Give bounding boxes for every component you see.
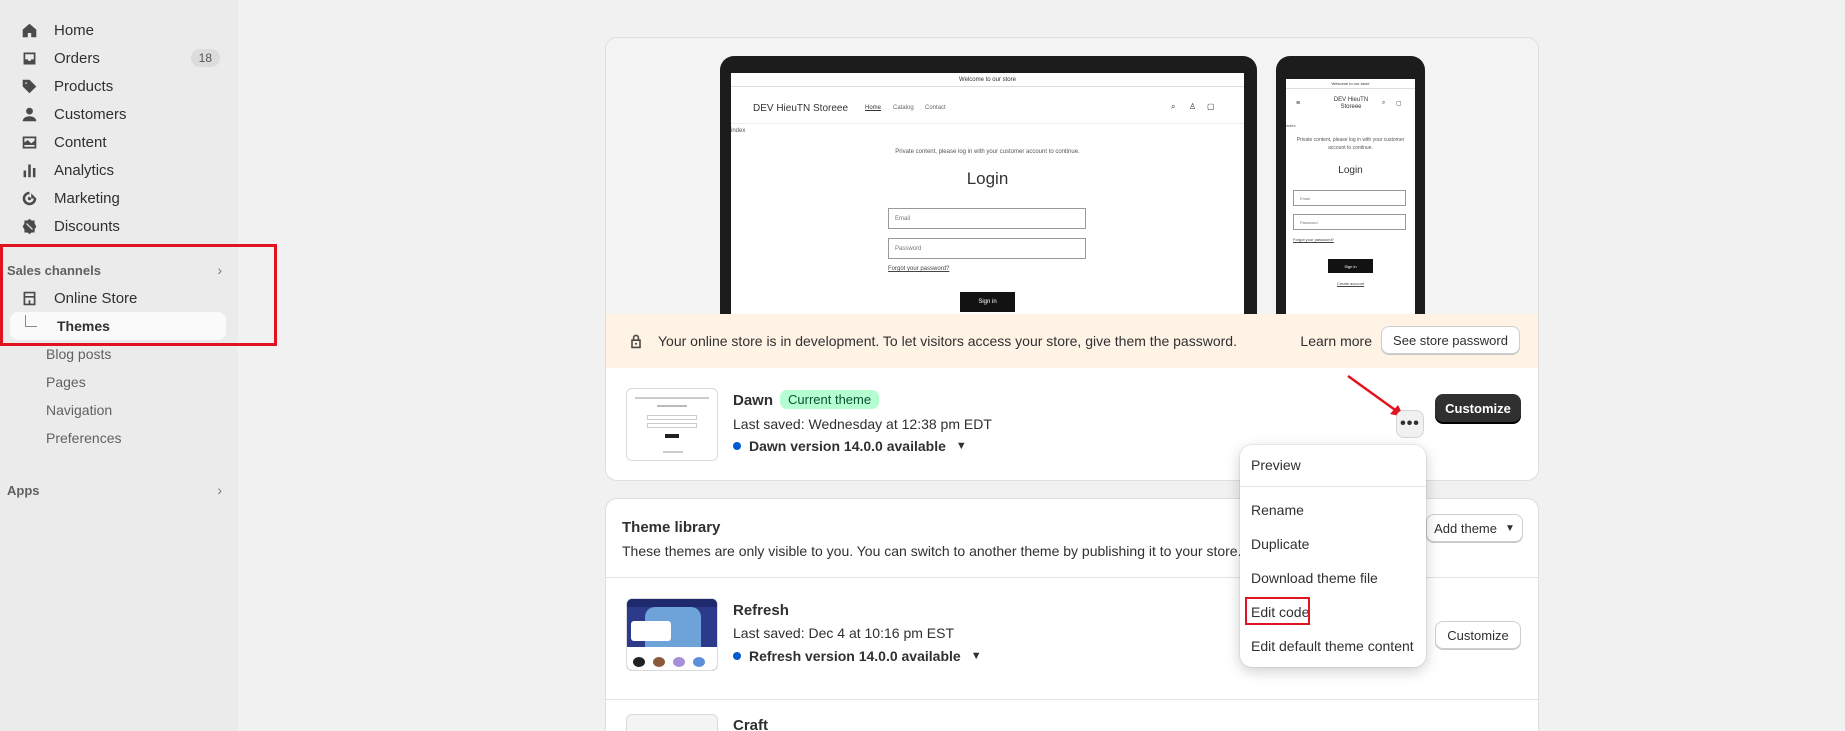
current-theme-last-saved: Last saved: Wednesday at 12:38 pm EDT [733, 416, 992, 432]
mobile-menu-icon: ≡ [1296, 100, 1301, 107]
preview-account-icon: ♙ [1189, 102, 1197, 111]
nav-customers[interactable]: Customers [8, 101, 226, 127]
chevron-down-icon: ▼ [1504, 522, 1515, 534]
customize-current-button[interactable]: Customize [1435, 394, 1521, 422]
mobile-cart-icon: ▢ [1396, 101, 1402, 107]
see-store-password-button[interactable]: See store password [1381, 326, 1520, 354]
preview-nav-home: Home [865, 105, 882, 111]
nav-discounts[interactable]: Discounts [8, 213, 226, 239]
mobile-preview-screen: Welcome to our store ≡ DEV HieuTN Storee… [1286, 79, 1415, 314]
learn-more-link[interactable]: Learn more [1300, 333, 1372, 349]
preview-password-input: Password [888, 238, 1086, 259]
preview-nav-contact: Contact [925, 105, 946, 111]
mobile-search-icon: ⌕ [1382, 100, 1386, 106]
menu-item-rename[interactable]: Rename [1251, 502, 1304, 518]
more-actions-button[interactable]: ••• [1396, 410, 1424, 438]
preview-private-msg: Private content, please log in with your… [895, 149, 1080, 155]
person-icon [18, 103, 40, 125]
preview-store-name: DEV HieuTN Storeee [753, 103, 849, 114]
nav-analytics[interactable]: Analytics [8, 157, 226, 183]
mobile-private-msg: Private content, please log in with your… [1296, 137, 1405, 151]
nav-home[interactable]: Home [8, 17, 226, 43]
mobile-email-input: Email [1293, 190, 1406, 206]
preview-search-icon: ⌕ [1171, 102, 1176, 111]
theme-preview: Welcome to our store DEV HieuTN Storeee … [606, 38, 1538, 314]
dawn-thumbnail[interactable] [626, 388, 718, 461]
status-dot-icon [733, 652, 741, 660]
preview-forgot-link: Forgot your password? [888, 266, 950, 272]
apps-header[interactable]: Apps › [7, 482, 222, 498]
nav-pages[interactable]: Pages [46, 374, 86, 390]
theme-library-description: These themes are only visible to you. Yo… [622, 543, 1242, 559]
discount-icon [18, 215, 40, 237]
add-theme-button[interactable]: Add theme ▼ [1426, 514, 1523, 542]
preview-announcement: Welcome to our store [731, 73, 1244, 87]
nav-content[interactable]: Content [8, 129, 226, 155]
nav-preferences[interactable]: Preferences [46, 430, 121, 446]
inbox-icon [18, 47, 40, 69]
preview-index-label: index [731, 128, 746, 134]
tag-icon [18, 75, 40, 97]
current-theme-version[interactable]: Dawn version 14.0.0 available ▼ [733, 438, 967, 454]
mobile-login-title: Login [1338, 165, 1363, 176]
chevron-down-icon: ▼ [955, 440, 967, 452]
preview-nav-catalog: Catalog [893, 105, 914, 111]
nav-marketing[interactable]: Marketing [8, 185, 226, 211]
preview-email-input: Email [888, 208, 1086, 229]
mobile-create-account: Create account [1336, 281, 1365, 286]
mobile-store-name-2: Storeee [1340, 104, 1362, 110]
menu-item-download[interactable]: Download theme file [1251, 570, 1378, 586]
menu-item-edit-default[interactable]: Edit default theme content [1251, 638, 1414, 654]
annotation-box-edit-code [1245, 597, 1310, 625]
current-theme-name: Dawn [733, 392, 774, 409]
preview-login-title: Login [966, 169, 1009, 188]
theme-actions-menu: Preview Rename Duplicate Download theme … [1240, 445, 1426, 667]
home-icon [18, 19, 40, 41]
refresh-thumbnail[interactable] [626, 598, 718, 671]
preview-cart-icon: ▢ [1207, 102, 1215, 111]
desktop-preview: Welcome to our store DEV HieuTN Storeee … [720, 56, 1257, 314]
mobile-index-label: index [1286, 123, 1296, 128]
banner-message: Your online store is in development. To … [658, 333, 1237, 349]
mobile-store-name-1: DEV HieuTN [1333, 97, 1369, 103]
library-theme-name: Craft [733, 717, 769, 731]
library-theme-name: Refresh [733, 602, 789, 619]
status-dot-icon [733, 442, 741, 450]
theme-library-title: Theme library [622, 519, 721, 536]
desktop-preview-screen: Welcome to our store DEV HieuTN Storeee … [731, 73, 1244, 314]
nav-orders[interactable]: Orders 18 [8, 45, 226, 71]
nav-products[interactable]: Products [8, 73, 226, 99]
menu-item-preview[interactable]: Preview [1251, 457, 1301, 473]
orders-count-badge: 18 [190, 49, 220, 67]
annotation-box-themes [0, 244, 277, 346]
craft-thumbnail[interactable] [626, 714, 718, 731]
sidebar: Home Orders 18 Products Customers Conten… [0, 0, 238, 731]
mobile-password-input: Password [1293, 214, 1406, 230]
nav-navigation[interactable]: Navigation [46, 402, 112, 418]
chevron-down-icon: ▼ [970, 650, 982, 662]
chevron-right-icon: › [217, 482, 222, 498]
target-icon [18, 187, 40, 209]
customize-refresh-button[interactable]: Customize [1435, 621, 1521, 649]
bar-chart-icon [18, 159, 40, 181]
library-theme-version[interactable]: Refresh version 14.0.0 available ▼ [733, 648, 982, 664]
mobile-signin-button: Sign in [1328, 259, 1373, 273]
mobile-preview: Welcome to our store ≡ DEV HieuTN Storee… [1276, 56, 1425, 314]
current-theme-badge: Current theme [780, 390, 880, 409]
preview-signin-button: Sign in [960, 292, 1015, 312]
mobile-announcement: Welcome to our store [1286, 79, 1415, 89]
library-theme-last-saved: Last saved: Dec 4 at 10:16 pm EST [733, 625, 955, 641]
development-banner: Your online store is in development. To … [606, 314, 1538, 368]
lock-icon [631, 334, 641, 349]
content-icon [18, 131, 40, 153]
nav-blog-posts[interactable]: Blog posts [46, 346, 111, 362]
mobile-forgot-link: Forgot your password? [1293, 237, 1334, 242]
menu-item-duplicate[interactable]: Duplicate [1251, 536, 1309, 552]
